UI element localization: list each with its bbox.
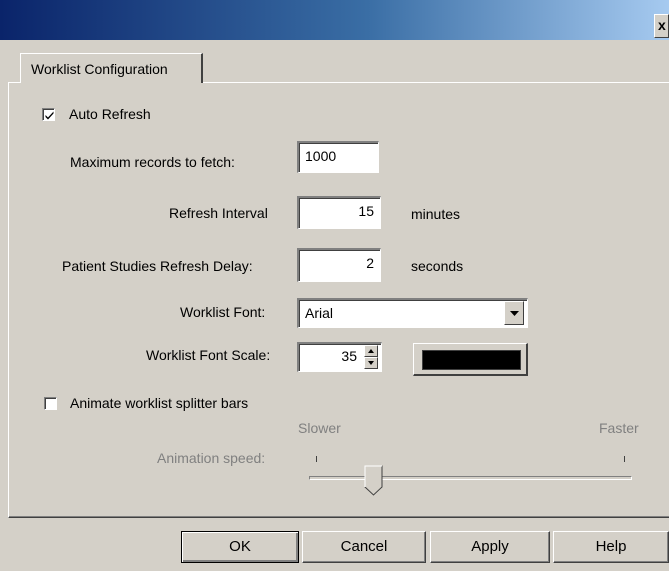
animate-splitter-label: Animate worklist splitter bars [70,395,249,411]
animate-splitter-checkbox[interactable] [44,397,57,410]
font-color-swatch [422,350,521,370]
auto-refresh-checkbox[interactable] [42,108,55,121]
spin-up-button[interactable] [364,345,378,357]
worklist-font-select[interactable]: Arial [297,298,528,328]
tab-label: Worklist Configuration [31,61,168,77]
slider-thumb[interactable] [364,465,384,496]
patient-delay-input[interactable]: 2 [297,248,381,282]
font-color-button[interactable] [413,343,528,376]
max-records-input[interactable]: 1000 [297,141,379,173]
slider-tick-max [624,456,625,462]
close-icon: x [658,17,666,33]
patient-delay-label: Patient Studies Refresh Delay: [62,258,253,274]
tab-worklist-configuration[interactable]: Worklist Configuration [20,53,203,83]
spin-down-button[interactable] [364,357,378,369]
font-dropdown-button[interactable] [504,301,524,325]
slider-track [309,476,632,480]
chevron-down-icon [510,311,519,316]
checkmark-icon [45,111,54,120]
apply-button[interactable]: Apply [430,531,550,563]
patient-delay-unit: seconds [411,258,464,274]
animation-speed-label: Animation speed: [157,450,266,466]
font-scale-label: Worklist Font Scale: [146,347,271,363]
max-records-label: Maximum records to fetch: [70,154,235,170]
auto-refresh-label: Auto Refresh [69,106,151,122]
title-bar [0,0,669,40]
slider-max-label: Faster [599,420,639,436]
worklist-font-value: Arial [305,305,334,321]
worklist-font-label: Worklist Font: [180,304,266,320]
ok-button[interactable]: OK [181,531,299,563]
slider-tick-min [316,456,317,462]
refresh-interval-input[interactable]: 15 [297,196,381,229]
refresh-interval-unit: minutes [411,206,461,222]
spin-up-icon [368,349,374,353]
spin-down-icon [368,361,374,365]
cancel-button[interactable]: Cancel [302,531,426,563]
help-button[interactable]: Help [553,531,669,563]
slider-min-label: Slower [298,420,341,436]
close-button[interactable]: x [654,14,669,38]
refresh-interval-label: Refresh Interval [169,205,268,221]
